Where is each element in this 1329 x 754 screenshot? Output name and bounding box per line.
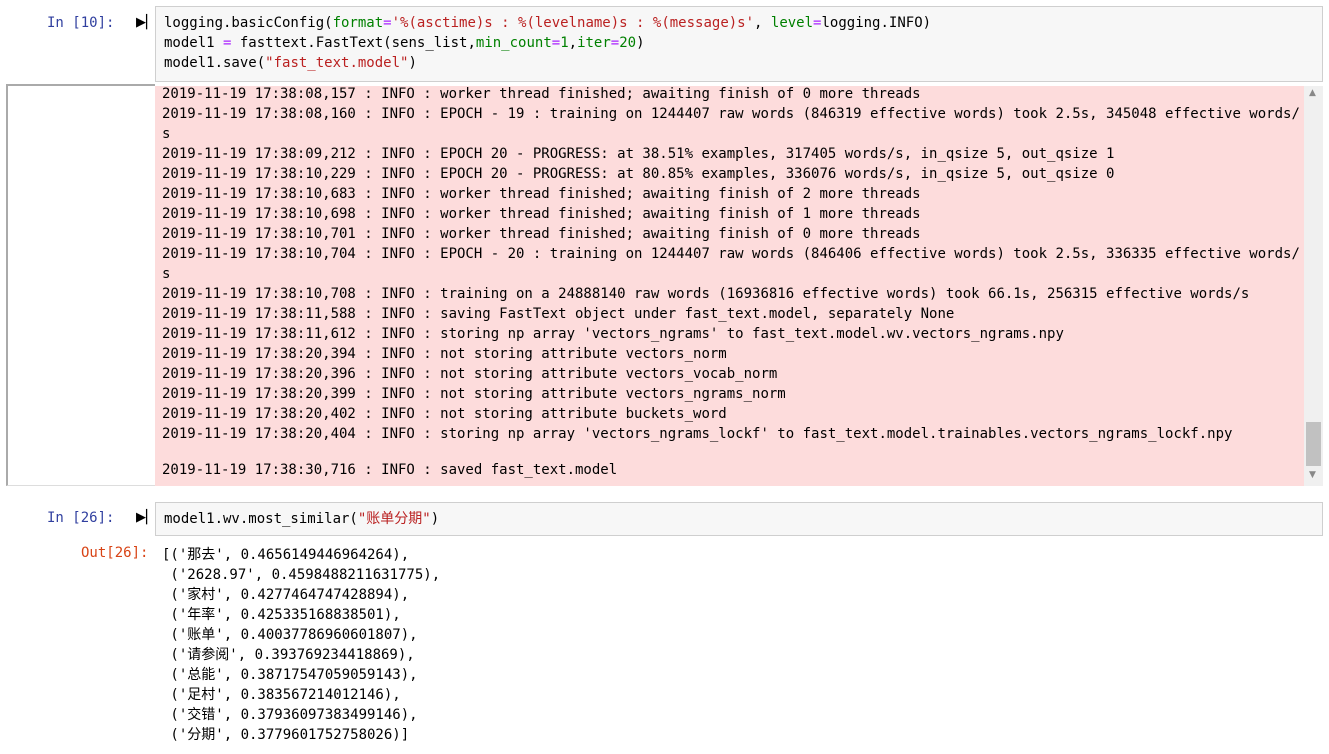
code-line[interactable]: model1.save("fast_text.model")	[164, 53, 417, 73]
log-line: 2019-11-19 17:38:10,701 : INFO : worker …	[162, 226, 921, 242]
log-line: 2019-11-19 17:38:20,402 : INFO : not sto…	[162, 406, 727, 422]
log-line: 2019-11-19 17:38:20,394 : INFO : not sto…	[162, 346, 727, 362]
log-line: s	[162, 126, 171, 142]
log-line: 2019-11-19 17:38:09,212 : INFO : EPOCH 2…	[162, 146, 1115, 162]
output-line: ('年率', 0.425335168838501),	[162, 607, 401, 623]
output-scroll-frame	[6, 84, 155, 486]
log-line: 2019-11-19 17:38:10,698 : INFO : worker …	[162, 206, 921, 222]
log-line: 2019-11-19 17:38:20,396 : INFO : not sto…	[162, 366, 778, 382]
code-line[interactable]: model1 = fasttext.FastText(sens_list,min…	[164, 33, 645, 53]
log-line: 2019-11-19 17:38:10,708 : INFO : trainin…	[162, 286, 1250, 302]
log-line: 2019-11-19 17:38:08,160 : INFO : EPOCH -…	[162, 106, 1300, 122]
output-line: ('2628.97', 0.4598488211631775),	[162, 567, 441, 583]
cell-2-out-prompt: Out[26]:	[81, 545, 149, 561]
log-line: 2019-11-19 17:38:10,704 : INFO : EPOCH -…	[162, 246, 1300, 262]
scroll-thumb[interactable]	[1306, 422, 1321, 466]
output-line: ('请参阅', 0.393769234418869),	[162, 647, 415, 663]
output-line: ('总能', 0.38717547059059143),	[162, 667, 418, 683]
output-line: ('分期', 0.3779601752758026)]	[162, 727, 410, 743]
log-line: 2019-11-19 17:38:30,716 : INFO : saved f…	[162, 462, 618, 478]
log-line: 2019-11-19 17:38:11,612 : INFO : storing…	[162, 326, 1064, 342]
stderr-output: 2019-11-19 17:38:08,157 : INFO : worker …	[155, 86, 1304, 486]
log-line: s	[162, 266, 171, 282]
log-line: 2019-11-19 17:38:20,404 : INFO : storing…	[162, 426, 1233, 442]
log-line: 2019-11-19 17:38:10,683 : INFO : worker …	[162, 186, 921, 202]
output-line: ('账单', 0.40037786960601807),	[162, 627, 418, 643]
output-scrollbar[interactable]: ▲ ▼	[1304, 86, 1323, 486]
log-line: 2019-11-19 17:38:11,588 : INFO : saving …	[162, 306, 955, 322]
scroll-down-arrow[interactable]: ▼	[1309, 470, 1316, 480]
log-line: 2019-11-19 17:38:10,229 : INFO : EPOCH 2…	[162, 166, 1115, 182]
output-line: [('那去', 0.4656149446964264),	[162, 547, 410, 563]
run-cell-icon[interactable]: ▶▏	[136, 510, 156, 525]
log-line: 2019-11-19 17:38:08,157 : INFO : worker …	[162, 86, 921, 102]
cell-1-prompt: In [10]:	[47, 15, 115, 31]
cell-1-input[interactable]: logging.basicConfig(format='%(asctime)s …	[155, 6, 1323, 82]
code-line[interactable]: model1.wv.most_similar("账单分期")	[164, 509, 439, 529]
output-line: ('家村', 0.4277464747428894),	[162, 587, 410, 603]
code-line[interactable]: logging.basicConfig(format='%(asctime)s …	[164, 13, 931, 33]
log-line: 2019-11-19 17:38:20,399 : INFO : not sto…	[162, 386, 786, 402]
run-cell-icon[interactable]: ▶▏	[136, 15, 156, 30]
cell-2-input[interactable]: model1.wv.most_similar("账单分期")	[155, 502, 1323, 536]
cell-2-prompt: In [26]:	[47, 510, 115, 526]
output-line: ('足村', 0.383567214012146),	[162, 687, 401, 703]
output-line: ('交错', 0.37936097383499146),	[162, 707, 418, 723]
scroll-up-arrow[interactable]: ▲	[1309, 88, 1316, 98]
